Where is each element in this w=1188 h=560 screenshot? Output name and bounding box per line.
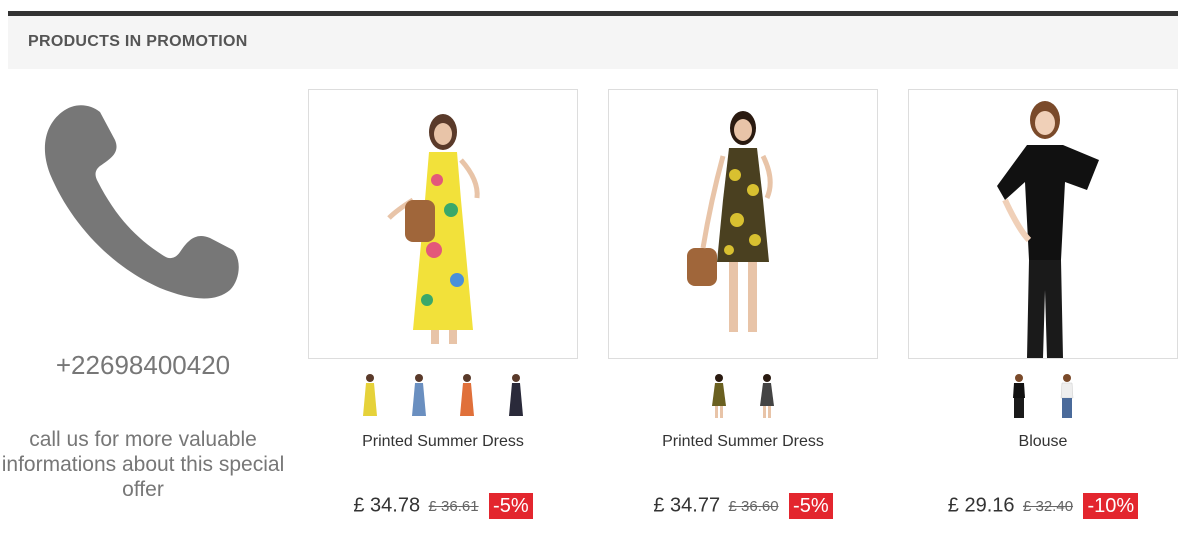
product-card[interactable]: Printed Summer Dress £ 34.78 £ 36.61 -5% [308, 89, 578, 519]
thumbnail-orange[interactable] [456, 372, 478, 420]
contact-phone-number: +22698400420 [55, 350, 231, 380]
thumbnail-list [308, 372, 578, 420]
section-title: PRODUCTS IN PROMOTION [28, 33, 248, 50]
product-old-price: £ 36.60 [728, 497, 779, 515]
price-block: £ 34.78 £ 36.61 -5% [308, 493, 578, 519]
discount-badge: -10% [1083, 493, 1139, 519]
product-name[interactable]: Blouse [908, 433, 1178, 451]
product-price: £ 29.16 [947, 494, 1015, 517]
thumbnail-blue[interactable] [408, 372, 430, 420]
product-name[interactable]: Printed Summer Dress [308, 433, 578, 451]
thumbnail-list [608, 372, 878, 420]
product-price: £ 34.78 [353, 494, 421, 517]
thumbnail-black[interactable] [1008, 372, 1030, 420]
discount-badge: -5% [789, 493, 833, 519]
product-card[interactable]: Printed Summer Dress £ 34.77 £ 36.60 -5% [608, 89, 878, 519]
thumbnail-black[interactable] [756, 372, 778, 420]
thumbnail-black[interactable] [505, 372, 527, 420]
price-block: £ 29.16 £ 32.40 -10% [908, 493, 1178, 519]
contact-message: call us for more valuable informations a… [1, 428, 285, 501]
phone-icon [44, 105, 239, 299]
product-old-price: £ 36.61 [428, 497, 479, 515]
section-header: PRODUCTS IN PROMOTION [8, 16, 1178, 69]
price-block: £ 34.77 £ 36.60 -5% [608, 493, 878, 519]
product-price: £ 34.77 [653, 494, 721, 517]
discount-badge: -5% [489, 493, 533, 519]
thumbnail-list [908, 372, 1178, 420]
thumbnail-white[interactable] [1056, 372, 1078, 420]
product-old-price: £ 32.40 [1022, 497, 1074, 515]
product-name[interactable]: Printed Summer Dress [608, 433, 878, 451]
product-card[interactable]: Blouse £ 29.16 £ 32.40 -10% [908, 89, 1178, 519]
thumbnail-yellow[interactable] [359, 372, 381, 420]
product-image[interactable] [908, 89, 1178, 359]
product-image[interactable] [608, 89, 878, 359]
product-image[interactable] [308, 89, 578, 359]
thumbnail-yellow[interactable] [708, 372, 730, 420]
